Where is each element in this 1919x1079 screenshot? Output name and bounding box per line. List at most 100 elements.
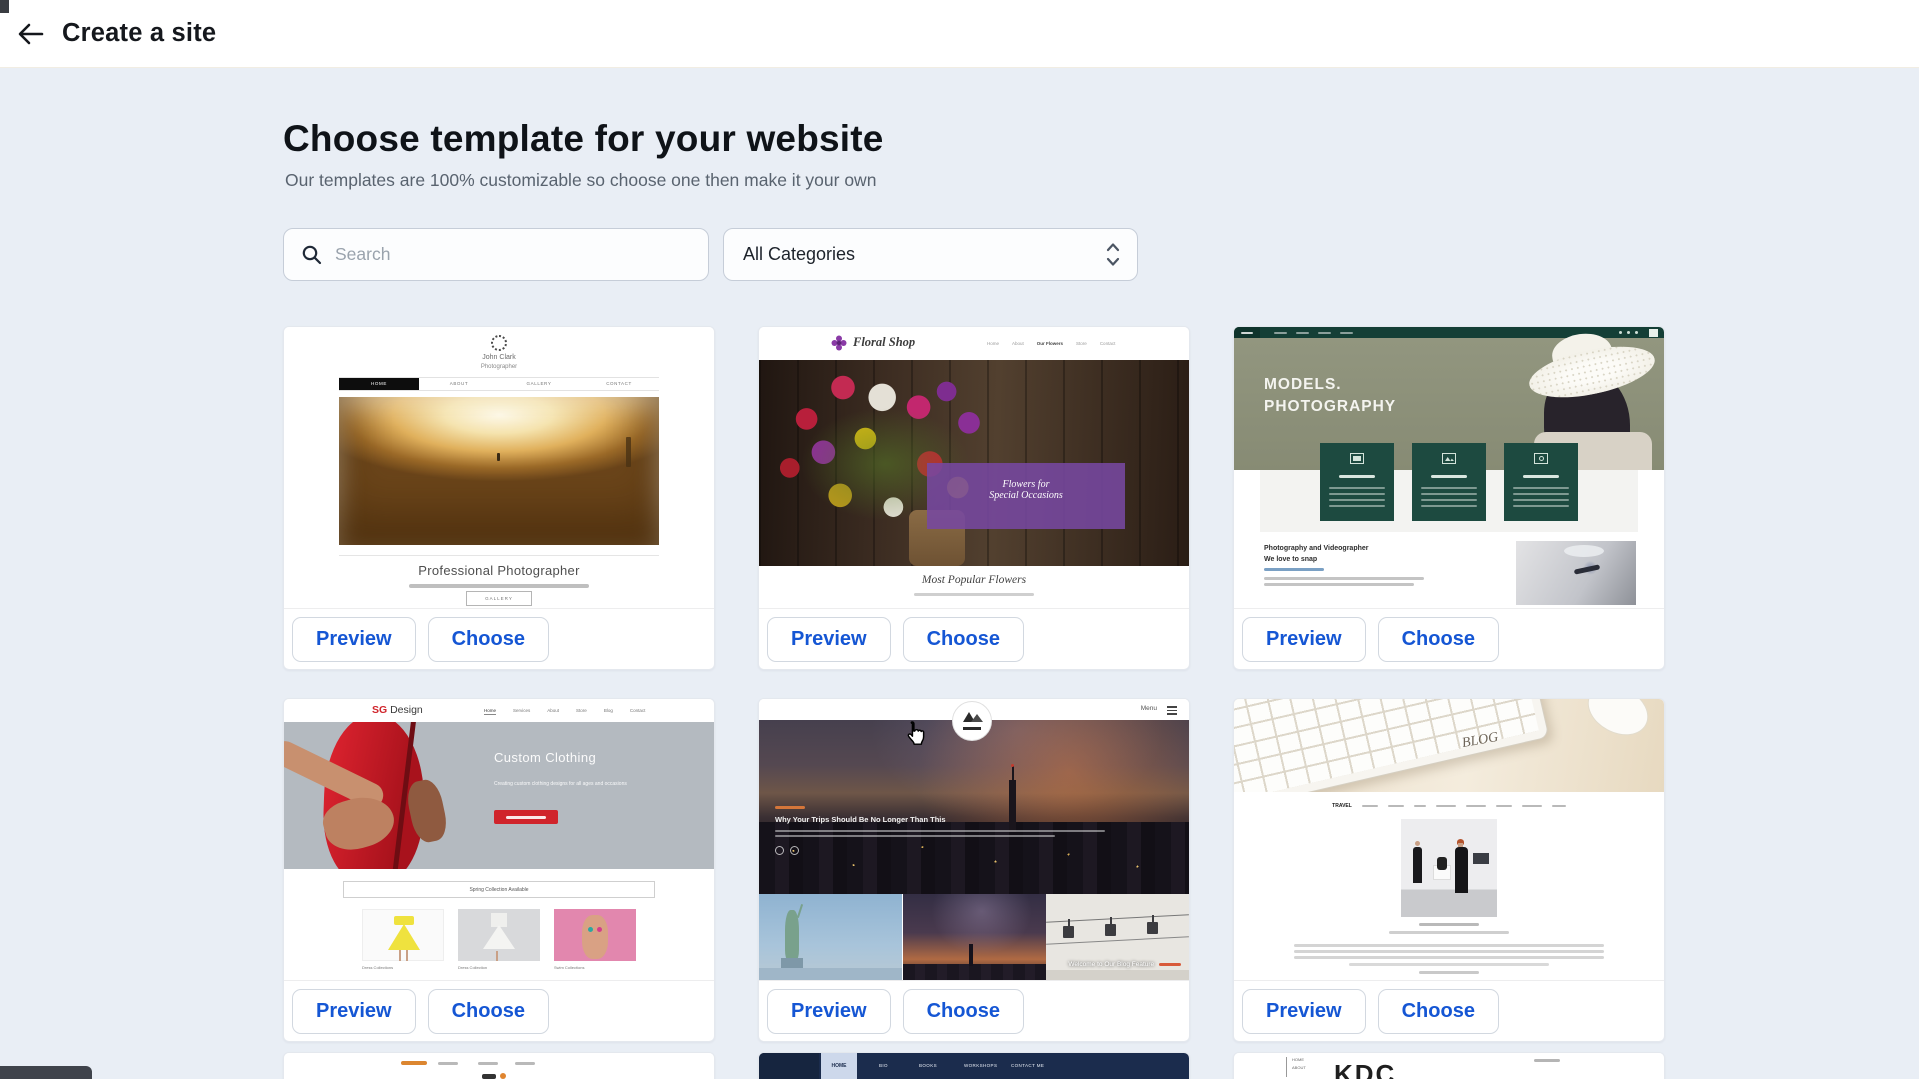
mini-nav-item: BOOKS: [919, 1063, 937, 1068]
choose-button[interactable]: Choose: [428, 989, 549, 1034]
spinner-chevrons-icon: [1105, 240, 1121, 270]
mini-nav: Home ServicesAbout StoreBlog Contact: [484, 708, 645, 715]
choose-button[interactable]: Choose: [903, 989, 1024, 1034]
preview-button[interactable]: Preview: [292, 617, 416, 662]
mini-thumb-dress-white: [458, 909, 540, 961]
mini-blog-caption: Welcome to Our Blog Feature: [919, 961, 1181, 968]
mini-heading: Photography and Videographer: [1264, 545, 1369, 552]
mini-heading: Professional Photographer: [284, 563, 714, 578]
mini-logo: SG Design: [372, 704, 423, 716]
mini-skyline: [759, 822, 1189, 894]
mini-gallery-button: GALLERY: [466, 591, 532, 606]
mini-thumb-swim: [554, 909, 636, 961]
template-preview-partial-author[interactable]: HOME BIO BOOKS WORKSHOPS CONTACT ME: [759, 1053, 1189, 1079]
mini-nav-item: HOME: [1292, 1057, 1304, 1062]
template-search[interactable]: [283, 228, 709, 281]
card-actions: Preview Choose: [759, 980, 1189, 1041]
mini-portrait-photo: [1516, 541, 1636, 605]
choose-button[interactable]: Choose: [428, 617, 549, 662]
mini-hero-photo: Custom Clothing Creating custom clothing…: [284, 722, 714, 869]
template-preview-floral-shop[interactable]: Floral Shop HomeAbout Our Flowers StoreC…: [759, 327, 1189, 608]
mini-badge-logo: [952, 701, 992, 741]
section-heading: Choose template for your website: [283, 118, 884, 160]
template-preview-blog-keyboard[interactable]: BLOG TRAVEL: [1234, 699, 1664, 980]
search-input[interactable]: [335, 244, 665, 265]
choose-button[interactable]: Choose: [1378, 617, 1499, 662]
mini-feature-card: [1320, 443, 1394, 521]
mini-strip: Spring Collection Available: [343, 881, 655, 898]
preview-button[interactable]: Preview: [1242, 989, 1366, 1034]
page-title: Create a site: [62, 19, 216, 48]
mini-subheading: We love to snap: [1264, 556, 1317, 563]
mini-caption: Swim Collections: [554, 965, 584, 970]
mini-nav-item: BIO: [879, 1063, 888, 1068]
create-site-screen: Create a site Choose template for your w…: [0, 0, 1919, 1079]
mini-hero-heading: Why Your Trips Should Be No Longer Than …: [775, 815, 1075, 824]
card-actions: Preview Choose: [284, 980, 714, 1041]
aperture-logo-icon: [491, 335, 507, 351]
template-card-models-photography: MODELS. PHOTOGRAPHY: [1233, 326, 1665, 670]
template-preview-photographer[interactable]: John Clark Photographer HOME ABOUT GALLE…: [284, 327, 714, 608]
top-bar: Create a site: [0, 0, 1919, 68]
category-dropdown[interactable]: All Categories: [723, 228, 1138, 281]
arrow-left-icon: [16, 23, 44, 45]
corner-artifact: [0, 0, 9, 13]
template-card-partial-author: HOME BIO BOOKS WORKSHOPS CONTACT ME: [758, 1052, 1190, 1079]
mini-nav-item: ABOUT: [1292, 1065, 1306, 1070]
preview-button[interactable]: Preview: [292, 989, 416, 1034]
hand-pointer-icon: [904, 720, 926, 746]
template-card-partial-left: [283, 1052, 715, 1079]
mini-nav-item: TRAVEL: [1332, 803, 1352, 809]
mini-caption: Dress Collection: [458, 965, 487, 970]
flower-logo-icon: [831, 335, 847, 351]
preview-button[interactable]: Preview: [767, 989, 891, 1034]
mini-hero-line2: PHOTOGRAPHY: [1264, 398, 1396, 416]
mini-hero-heading: Custom Clothing: [494, 750, 596, 765]
mouse-cursor: [904, 720, 926, 751]
mini-site-name: John Clark: [284, 354, 714, 361]
template-card-blog-keyboard: BLOG TRAVEL: [1233, 698, 1665, 1042]
search-icon: [301, 244, 323, 266]
mini-banner: Flowers for Special Occasions: [927, 463, 1125, 529]
mini-thumb-statue-of-liberty: [759, 894, 902, 980]
mini-feature-card: [1504, 443, 1578, 521]
mini-section-heading: Most Popular Flowers: [759, 574, 1189, 586]
card-actions: Preview Choose: [284, 608, 714, 669]
section-subheading: Our templates are 100% customizable so c…: [285, 170, 876, 191]
template-card-travel-blog: Menu Why Your Tri: [758, 698, 1190, 1042]
back-button[interactable]: [12, 18, 48, 50]
template-card-sg-design: SG Design Home ServicesAbout StoreBlog C…: [283, 698, 715, 1042]
template-card-photographer: John Clark Photographer HOME ABOUT GALLE…: [283, 326, 715, 670]
mini-site-name: Floral Shop: [853, 335, 915, 350]
card-actions: Preview Choose: [1234, 980, 1664, 1041]
template-preview-travel-blog[interactable]: Menu Why Your Tri: [759, 699, 1189, 980]
mini-site-role: Photographer: [284, 364, 714, 370]
mini-red-button: [494, 810, 558, 824]
mini-nav-item: GALLERY: [499, 378, 579, 390]
mini-hero-photo: [339, 397, 659, 545]
mini-mouse: [1579, 699, 1657, 745]
mini-hero-subtext: Creating custom clothing designs for all…: [494, 780, 654, 789]
mini-desk-photo: BLOG: [1234, 699, 1664, 792]
mini-article-photo: [1401, 819, 1497, 917]
choose-button[interactable]: Choose: [1378, 989, 1499, 1034]
card-actions: Preview Choose: [1234, 608, 1664, 669]
bottom-left-artifact: [0, 1066, 92, 1079]
template-preview-sg-design[interactable]: SG Design Home ServicesAbout StoreBlog C…: [284, 699, 714, 980]
mini-hero-line1: MODELS.: [1264, 376, 1342, 394]
mini-nav-active-tab: HOME: [821, 1053, 857, 1079]
choose-button[interactable]: Choose: [903, 617, 1024, 662]
mini-nav-item: WORKSHOPS: [964, 1063, 997, 1068]
template-card-floral-shop: Floral Shop HomeAbout Our Flowers StoreC…: [758, 326, 1190, 670]
preview-button[interactable]: Preview: [767, 617, 891, 662]
mini-nav-item: CONTACT ME: [1011, 1063, 1044, 1068]
template-preview-partial-kdc[interactable]: HOME ABOUT KDC: [1234, 1053, 1664, 1079]
mini-hero-photo: Flowers for Special Occasions: [759, 360, 1189, 566]
preview-button[interactable]: Preview: [1242, 617, 1366, 662]
mini-keyboard: [1234, 699, 1550, 792]
template-preview-partial-left[interactable]: [284, 1053, 714, 1079]
mountain-icon: [953, 702, 991, 740]
mini-nav-item: CONTACT: [579, 378, 659, 390]
template-preview-models-photography[interactable]: MODELS. PHOTOGRAPHY: [1234, 327, 1664, 608]
mini-banner-line1: Flowers for: [927, 479, 1125, 490]
